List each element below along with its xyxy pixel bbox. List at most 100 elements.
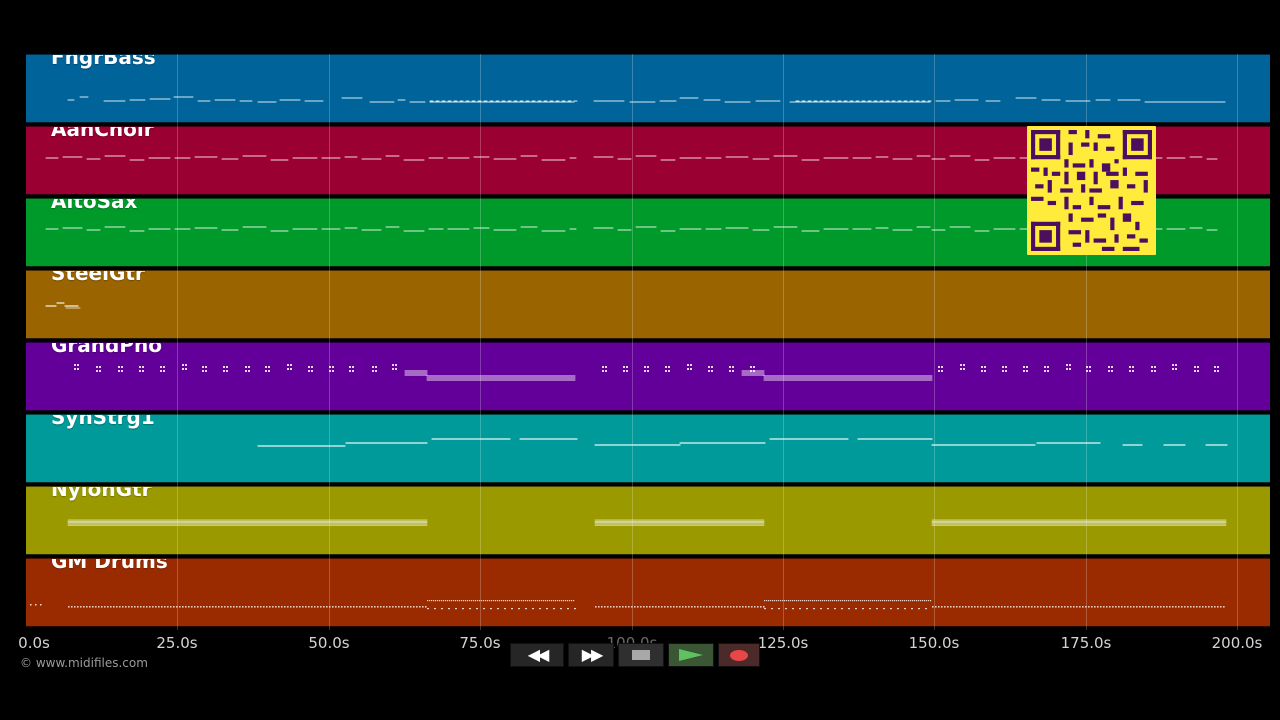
midi-note bbox=[233, 606, 235, 608]
midi-note bbox=[963, 364, 965, 366]
midi-note bbox=[1023, 366, 1025, 368]
midi-note bbox=[453, 600, 455, 602]
midi-note bbox=[344, 606, 346, 608]
midi-note bbox=[1069, 368, 1071, 370]
midi-note bbox=[268, 366, 270, 368]
track-lane: SteelGtr bbox=[26, 270, 1270, 339]
qr-module bbox=[1114, 234, 1119, 243]
midi-note bbox=[372, 366, 374, 368]
midi-note bbox=[980, 606, 982, 608]
time-tick-label: 150.0s bbox=[908, 634, 960, 652]
midi-note bbox=[1187, 606, 1189, 608]
midi-note bbox=[1130, 606, 1132, 608]
midi-note bbox=[814, 600, 816, 602]
midi-note bbox=[143, 606, 145, 608]
track-label: NylonGtr bbox=[51, 486, 152, 501]
midi-note bbox=[74, 368, 76, 370]
midi-note bbox=[1091, 606, 1093, 608]
midi-note bbox=[900, 600, 902, 602]
midi-note bbox=[532, 608, 534, 610]
midi-note bbox=[445, 600, 447, 602]
qr-module bbox=[1064, 159, 1069, 168]
midi-note bbox=[959, 606, 961, 608]
midi-note bbox=[813, 608, 815, 610]
midi-note bbox=[834, 600, 836, 602]
midi-note bbox=[1133, 606, 1135, 608]
qr-module bbox=[1097, 205, 1111, 210]
midi-note bbox=[1037, 606, 1039, 608]
midi-note bbox=[533, 600, 535, 602]
midi-note bbox=[251, 606, 253, 608]
midi-note bbox=[757, 606, 759, 608]
midi-note bbox=[924, 600, 926, 602]
track-lane: FngrBass bbox=[26, 54, 1270, 123]
midi-note bbox=[1108, 370, 1110, 372]
midi-note bbox=[268, 370, 270, 372]
midi-note bbox=[764, 608, 766, 610]
midi-note bbox=[883, 608, 885, 610]
midi-note bbox=[275, 606, 277, 608]
midi-note bbox=[493, 600, 495, 602]
time-tick-label: 175.0s bbox=[1060, 634, 1112, 652]
midi-note bbox=[1001, 606, 1003, 608]
midi-note bbox=[545, 600, 547, 602]
midi-note bbox=[559, 600, 561, 602]
midi-note bbox=[359, 606, 361, 608]
midi-note bbox=[1172, 606, 1174, 608]
midi-note bbox=[375, 370, 377, 372]
stop-button[interactable] bbox=[618, 643, 664, 667]
midi-note bbox=[1178, 606, 1180, 608]
midi-note bbox=[1013, 606, 1015, 608]
qr-module bbox=[1068, 142, 1073, 156]
midi-note bbox=[983, 606, 985, 608]
midi-note bbox=[1055, 606, 1057, 608]
midi-note bbox=[164, 606, 166, 608]
midi-note bbox=[574, 608, 576, 610]
midi-note bbox=[796, 600, 798, 602]
midi-note bbox=[840, 600, 842, 602]
midi-note bbox=[489, 600, 491, 602]
midi-note bbox=[977, 606, 979, 608]
midi-note bbox=[665, 366, 667, 368]
midi-note bbox=[974, 606, 976, 608]
midi-note bbox=[1047, 366, 1049, 368]
midi-note bbox=[433, 600, 435, 602]
midi-note bbox=[771, 608, 773, 610]
midi-note bbox=[687, 364, 689, 366]
midi-note bbox=[476, 608, 478, 610]
midi-note bbox=[912, 600, 914, 602]
midi-note bbox=[356, 606, 358, 608]
midi-note bbox=[953, 606, 955, 608]
midi-note bbox=[573, 600, 575, 602]
qr-module bbox=[1056, 130, 1061, 160]
qr-module bbox=[1031, 130, 1061, 135]
midi-note bbox=[461, 600, 463, 602]
qr-module bbox=[1081, 217, 1094, 222]
midi-note bbox=[30, 604, 32, 606]
midi-note bbox=[1154, 366, 1156, 368]
stop-icon bbox=[632, 650, 650, 660]
midi-note bbox=[435, 600, 437, 602]
play-button[interactable] bbox=[668, 643, 714, 667]
midi-note bbox=[941, 366, 943, 368]
midi-note bbox=[40, 604, 42, 606]
midi-note bbox=[425, 606, 427, 608]
midi-note bbox=[628, 606, 630, 608]
record-button[interactable] bbox=[718, 643, 760, 667]
rewind-button[interactable]: ◀◀ bbox=[510, 643, 564, 667]
midi-track-visualizer: FngrBass AahChoir AltoSax SteelGtr GrandPno S… bbox=[0, 0, 1280, 720]
midi-note bbox=[1079, 606, 1081, 608]
midi-note bbox=[462, 608, 464, 610]
midi-note bbox=[427, 608, 429, 610]
midi-note bbox=[941, 370, 943, 372]
fast-forward-button[interactable]: ▶▶ bbox=[568, 643, 614, 667]
midi-note bbox=[395, 364, 397, 366]
midi-note bbox=[884, 600, 886, 602]
midi-note bbox=[736, 606, 738, 608]
midi-note bbox=[1085, 606, 1087, 608]
midi-note bbox=[487, 600, 489, 602]
midi-note bbox=[475, 600, 477, 602]
midi-note bbox=[836, 600, 838, 602]
midi-note bbox=[239, 606, 241, 608]
midi-note bbox=[465, 600, 467, 602]
